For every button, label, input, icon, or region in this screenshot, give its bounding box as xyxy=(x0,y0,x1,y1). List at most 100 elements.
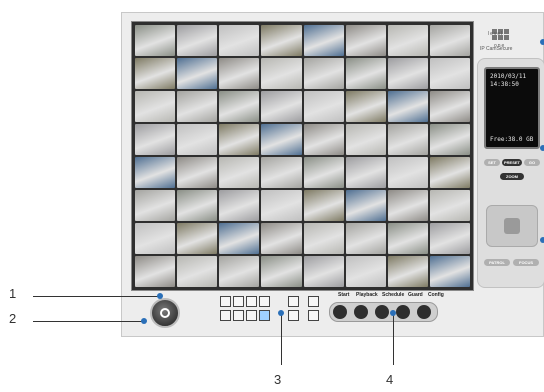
camera-tile[interactable] xyxy=(345,91,386,122)
callout-2-dot xyxy=(141,318,147,324)
power-button[interactable] xyxy=(150,298,180,328)
fullscreen-icon[interactable] xyxy=(308,310,319,321)
camera-tile[interactable] xyxy=(135,58,176,89)
camera-tile[interactable] xyxy=(303,256,344,287)
layout-13-icon[interactable] xyxy=(220,310,231,321)
camera-tile[interactable] xyxy=(261,256,302,287)
camera-tile[interactable] xyxy=(219,124,260,155)
config-label: Config xyxy=(428,292,444,298)
camera-tile[interactable] xyxy=(429,223,470,254)
camera-tile[interactable] xyxy=(429,190,470,221)
start-button[interactable] xyxy=(333,305,347,319)
layout-4-icon[interactable] xyxy=(233,296,244,307)
camera-tile[interactable] xyxy=(135,190,176,221)
camera-tile[interactable] xyxy=(135,124,176,155)
camera-tile[interactable] xyxy=(177,223,218,254)
camera-tile[interactable] xyxy=(429,256,470,287)
camera-tile[interactable] xyxy=(345,58,386,89)
layout-6-icon[interactable] xyxy=(246,296,257,307)
camera-tile[interactable] xyxy=(387,58,428,89)
ptz-dpad[interactable] xyxy=(486,205,538,247)
camera-tile[interactable] xyxy=(261,124,302,155)
camera-tile[interactable] xyxy=(135,223,176,254)
camera-tile[interactable] xyxy=(219,157,260,188)
camera-tile[interactable] xyxy=(219,25,260,56)
camera-tile[interactable] xyxy=(429,58,470,89)
config-button[interactable] xyxy=(417,305,431,319)
layout-36-icon[interactable] xyxy=(259,310,270,321)
camera-tile[interactable] xyxy=(303,58,344,89)
camera-tile[interactable] xyxy=(345,190,386,221)
camera-tile[interactable] xyxy=(387,190,428,221)
camera-tile[interactable] xyxy=(135,256,176,287)
camera-tile[interactable] xyxy=(177,25,218,56)
camera-tile[interactable] xyxy=(135,91,176,122)
camera-tile[interactable] xyxy=(177,190,218,221)
camera-tile[interactable] xyxy=(345,25,386,56)
layout-b-icon[interactable] xyxy=(288,310,299,321)
camera-tile[interactable] xyxy=(387,124,428,155)
camera-tile[interactable] xyxy=(345,256,386,287)
camera-tile[interactable] xyxy=(219,190,260,221)
camera-tile[interactable] xyxy=(135,157,176,188)
camera-tile[interactable] xyxy=(177,157,218,188)
callout-screen-dot xyxy=(540,145,544,151)
camera-tile[interactable] xyxy=(303,223,344,254)
camera-tile[interactable] xyxy=(387,91,428,122)
callout-3: 3 xyxy=(274,372,282,387)
status-screen: 2010/03/11 14:38:50 Free:38.0 GB xyxy=(484,67,540,149)
zoom-button[interactable]: ZOOM xyxy=(500,173,524,180)
camera-tile[interactable] xyxy=(387,223,428,254)
playback-button[interactable] xyxy=(354,305,368,319)
camera-tile[interactable] xyxy=(387,157,428,188)
layout-16-icon[interactable] xyxy=(233,310,244,321)
camera-tile[interactable] xyxy=(261,223,302,254)
layout-25-icon[interactable] xyxy=(246,310,257,321)
home-icon[interactable] xyxy=(504,218,520,234)
camera-tile[interactable] xyxy=(429,91,470,122)
schedule-button[interactable] xyxy=(375,305,389,319)
camera-tile[interactable] xyxy=(219,223,260,254)
camera-tile[interactable] xyxy=(177,91,218,122)
layout-1-icon[interactable] xyxy=(220,296,231,307)
camera-tile[interactable] xyxy=(429,25,470,56)
camera-tile[interactable] xyxy=(261,25,302,56)
camera-tile[interactable] xyxy=(345,223,386,254)
callout-2-line xyxy=(33,321,143,322)
camera-tile[interactable] xyxy=(387,25,428,56)
camera-grid xyxy=(135,25,470,287)
camera-tile[interactable] xyxy=(429,124,470,155)
sequence-icon[interactable] xyxy=(308,296,319,307)
camera-tile[interactable] xyxy=(261,157,302,188)
guard-button[interactable] xyxy=(396,305,410,319)
camera-tile[interactable] xyxy=(219,58,260,89)
camera-tile[interactable] xyxy=(177,124,218,155)
go-button[interactable]: GO xyxy=(524,159,540,166)
preset-button[interactable]: PRESET xyxy=(502,159,522,166)
camera-tile[interactable] xyxy=(219,256,260,287)
camera-tile[interactable] xyxy=(387,256,428,287)
camera-tile[interactable] xyxy=(345,124,386,155)
camera-tile[interactable] xyxy=(261,58,302,89)
camera-tile[interactable] xyxy=(219,91,260,122)
camera-tile[interactable] xyxy=(303,157,344,188)
camera-tile[interactable] xyxy=(177,58,218,89)
layout-9-icon[interactable] xyxy=(259,296,270,307)
camera-tile[interactable] xyxy=(303,25,344,56)
focus-button[interactable]: FOCUS xyxy=(513,259,539,266)
layout-a-icon[interactable] xyxy=(288,296,299,307)
camera-tile[interactable] xyxy=(303,91,344,122)
set-button[interactable]: SET xyxy=(484,159,500,166)
ptz-panel: 2010/03/11 14:38:50 Free:38.0 GB SET PRE… xyxy=(477,58,544,288)
camera-tile[interactable] xyxy=(303,190,344,221)
camera-tile[interactable] xyxy=(429,157,470,188)
camera-tile[interactable] xyxy=(135,25,176,56)
patrol-button[interactable]: PATROL xyxy=(484,259,510,266)
camera-tile[interactable] xyxy=(303,124,344,155)
camera-tile[interactable] xyxy=(261,91,302,122)
camera-tile[interactable] xyxy=(261,190,302,221)
camera-tile[interactable] xyxy=(345,157,386,188)
callout-ptz-dot xyxy=(540,237,544,243)
camera-tile[interactable] xyxy=(177,256,218,287)
callout-logo-dot xyxy=(540,39,544,45)
